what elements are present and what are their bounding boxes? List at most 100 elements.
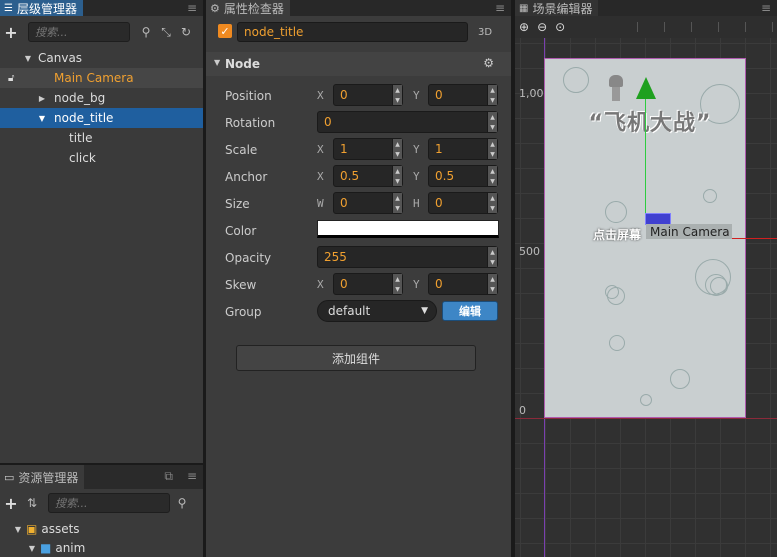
stepper-icon[interactable]: ▲ ▼ [392,139,402,159]
add-asset-button[interactable]: + [0,494,22,513]
group-edit-button[interactable]: 编辑 [442,301,498,321]
tree-item-node-title[interactable]: ▼ node_title [0,108,203,128]
tree-item-canvas[interactable]: ▼ Canvas [0,48,203,68]
asteroid-icon [607,287,625,305]
settings-gear-icon[interactable]: ⚙ [483,56,494,70]
stepper-icon[interactable]: ▲ ▼ [487,274,497,294]
position-x-input[interactable]: 0 ▲ ▼ [333,84,403,106]
assets-tabbar: ▭ 资源管理器 ⧉ ≡ [0,465,203,489]
zoom-reset-icon[interactable]: ⊙ [555,20,565,34]
stepper-icon[interactable]: ▲ ▼ [487,139,497,159]
add-node-button[interactable]: + [0,23,22,42]
stepper-icon[interactable]: ▲ ▼ [487,85,497,105]
opacity-input[interactable]: 255 ▲ ▼ [317,246,498,268]
hierarchy-tab[interactable]: ☰ 层级管理器 [0,0,83,16]
scene-tab[interactable]: ▦ 场景编辑器 [515,0,599,16]
splitter[interactable] [0,463,203,465]
menu-icon[interactable]: ≡ [761,1,771,15]
color-swatch[interactable] [317,220,499,238]
expand-arrow-icon[interactable]: ▶ [36,94,48,103]
stepper-icon[interactable]: ▲ ▼ [487,193,497,213]
game-canvas[interactable]: “飞机大战” 点击屏幕 Main Camera [544,58,746,418]
axis-label: W [317,197,324,210]
position-y-input[interactable]: 0 ▲ ▼ [428,84,498,106]
gizmo-y-axis[interactable] [645,93,646,225]
ruler-label: 0 [519,404,526,417]
stepper-icon[interactable]: ▲ ▼ [487,247,497,267]
splitter[interactable] [203,0,206,557]
stepper-icon[interactable]: ▲ ▼ [392,85,402,105]
stepper-icon[interactable]: ▲ ▼ [392,274,402,294]
stepper-icon[interactable]: ▲ ▼ [487,112,497,132]
search-icon[interactable]: ⚲ [136,25,156,39]
prop-size: Size W 0 ▲ ▼ H 0 ▲ ▼ [206,192,511,216]
axis-label: H [413,197,420,210]
collapse-arrow-icon[interactable]: ▼ [214,58,220,67]
prop-label: Group [225,305,262,319]
tree-item-label: node_bg [54,91,106,105]
scale-y-input[interactable]: 1 ▲ ▼ [428,138,498,160]
assets-toolbar: + ⇅ 搜索... ⚲ [0,489,203,517]
tree-item-assets[interactable]: ▼ ▣ assets [0,519,203,539]
anchor-y-input[interactable]: 0.5 ▲ ▼ [428,165,498,187]
asteroid-icon [605,201,627,223]
tree-item-label: assets [41,522,80,536]
axis-label: Y [413,89,420,102]
stepper-icon[interactable]: ▲ ▼ [392,193,402,213]
prop-label: Size [225,197,250,211]
scene-panel: ▦ 场景编辑器 ≡ ⊕ ⊖ ⊙ 1,000 500 0 “飞机大战” 点击屏幕 … [515,0,777,557]
group-select[interactable]: default ▼ [317,300,437,322]
size-h-input[interactable]: 0 ▲ ▼ [428,192,498,214]
axis-label: Y [413,143,420,156]
assets-tab[interactable]: ▭ 资源管理器 [0,465,85,489]
inspector-tab-label: 属性检查器 [223,1,284,16]
tree-item-title[interactable]: title [0,128,203,148]
asteroid-icon [670,369,690,389]
scale-x-input[interactable]: 1 ▲ ▼ [333,138,403,160]
menu-icon[interactable]: ≡ [187,1,197,15]
sort-icon[interactable]: ⇅ [22,496,42,510]
tree-item-label: node_title [54,111,114,125]
tree-item-click[interactable]: click [0,148,203,168]
hierarchy-search-input[interactable]: 搜索... [28,22,130,42]
stepper-icon[interactable]: ▲ ▼ [392,166,402,186]
inspector-tab[interactable]: ⚙ 属性检查器 [206,0,290,16]
lock-icon[interactable]: 🔓︎ [8,73,22,84]
size-w-input[interactable]: 0 ▲ ▼ [333,192,403,214]
zoom-out-icon[interactable]: ⊖ [537,20,547,34]
zoom-in-icon[interactable]: ⊕ [519,20,529,34]
prop-label: Anchor [225,170,268,184]
expand-arrow-icon[interactable]: ▼ [36,114,48,123]
search-icon[interactable]: ⚲ [172,496,192,510]
splitter[interactable] [511,0,515,557]
gizmo-y-arrow-icon[interactable] [636,77,656,99]
prop-scale: Scale X 1 ▲ ▼ Y 1 ▲ ▼ [206,138,511,162]
axis-label: Y [413,278,420,291]
expand-arrow-icon[interactable]: ▼ [26,544,38,553]
stepper-icon[interactable]: ▲ ▼ [487,166,497,186]
tree-item-main-camera[interactable]: 🔓︎ Main Camera [0,68,203,88]
expand-arrow-icon[interactable]: ▼ [22,54,34,63]
camera-label: Main Camera [646,224,732,239]
refresh-icon[interactable]: ↻ [176,25,196,39]
skew-x-input[interactable]: 0 ▲ ▼ [333,273,403,295]
assets-search-input[interactable]: 搜索... [48,493,170,513]
anchor-x-input[interactable]: 0.5 ▲ ▼ [333,165,403,187]
skew-y-input[interactable]: 0 ▲ ▼ [428,273,498,295]
3d-toggle[interactable]: 3D [478,27,492,38]
prop-label: Color [225,224,257,238]
add-component-button[interactable]: 添加组件 [236,345,476,371]
character-sprite [609,75,625,103]
maximize-icon[interactable]: ⧉ [164,469,173,484]
tree-item-node-bg[interactable]: ▶ node_bg [0,88,203,108]
node-section-header[interactable]: ▼ Node ⚙ [206,52,511,76]
rotation-input[interactable]: 0 ▲ ▼ [317,111,498,133]
collapse-icon[interactable]: ⤡ [156,25,176,40]
menu-icon[interactable]: ≡ [187,469,197,483]
node-name-input[interactable]: node_title [237,22,468,42]
tree-item-anim[interactable]: ▼ ■ anim [0,538,203,557]
expand-arrow-icon[interactable]: ▼ [12,525,24,534]
asteroid-icon [563,67,589,93]
menu-icon[interactable]: ≡ [495,1,505,15]
node-active-checkbox[interactable]: ✓ [218,24,232,38]
